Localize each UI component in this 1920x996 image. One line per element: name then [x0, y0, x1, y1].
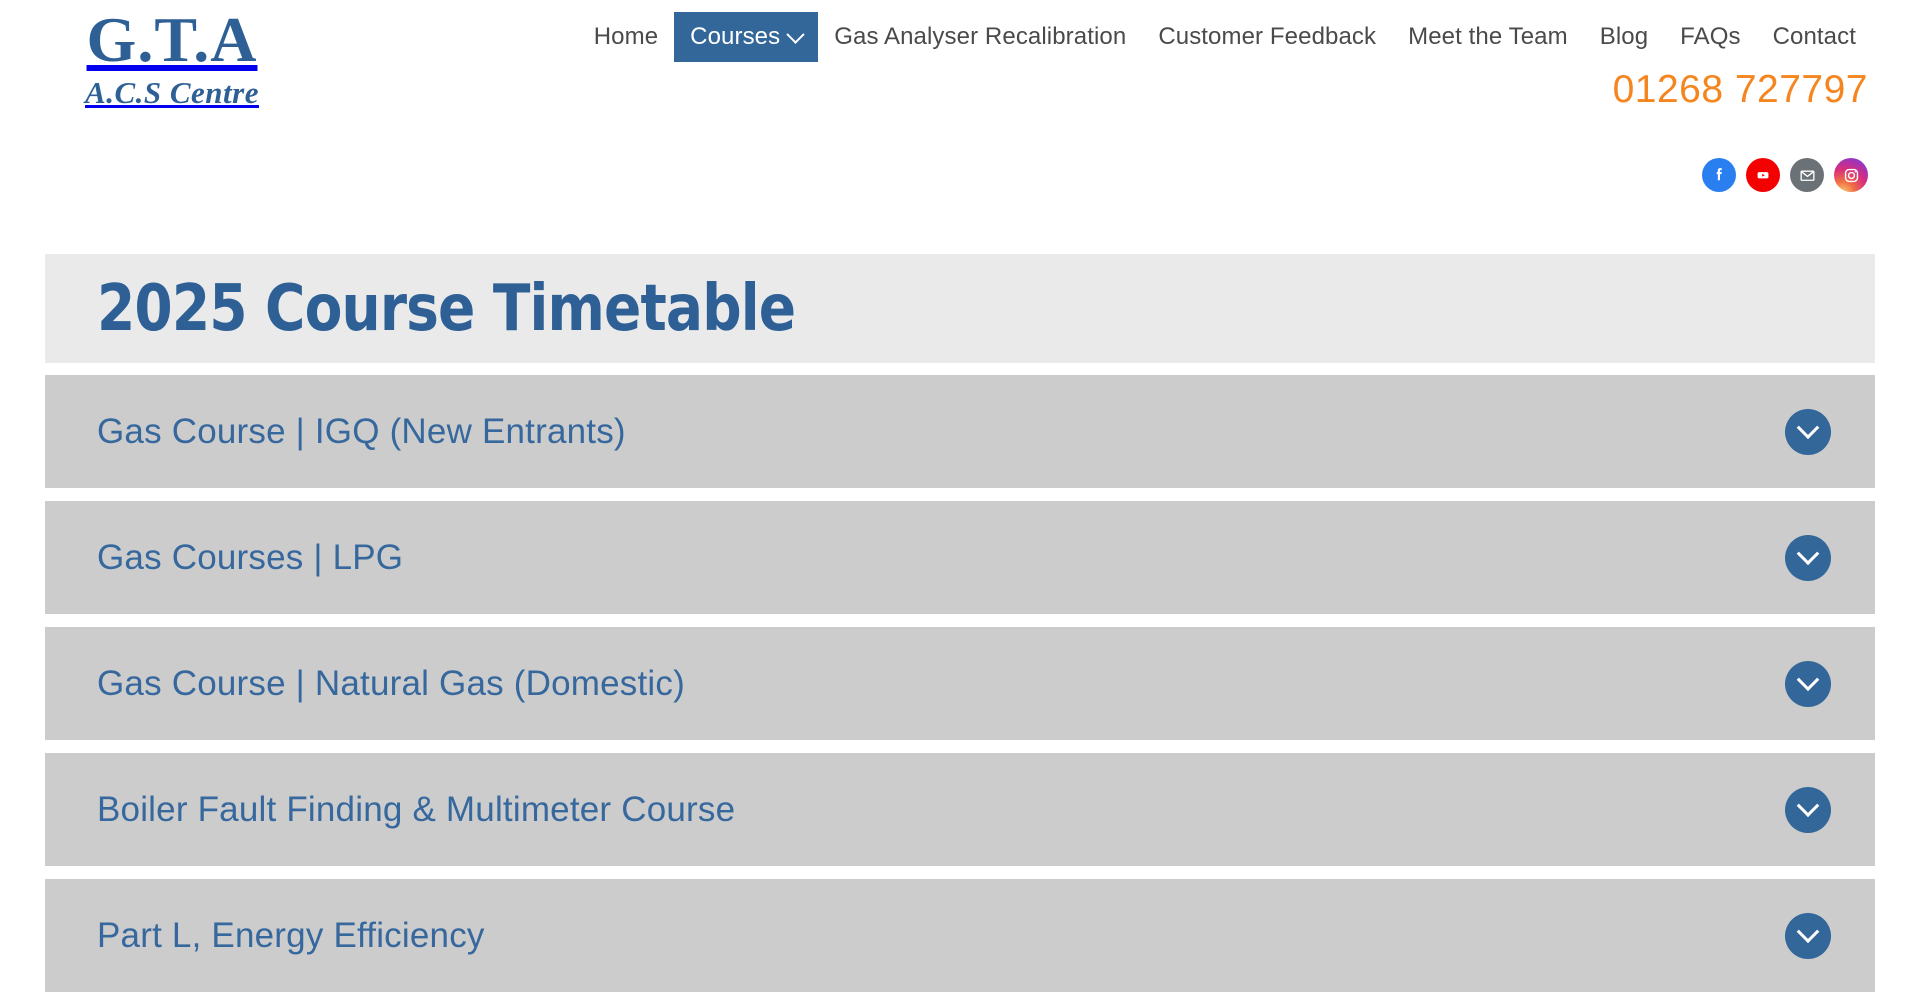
- page-title: 2025 Course Timetable: [97, 271, 796, 346]
- nav-item-customer-feedback[interactable]: Customer Feedback: [1142, 12, 1392, 62]
- instagram-icon[interactable]: [1834, 158, 1868, 192]
- nav-item-blog[interactable]: Blog: [1584, 12, 1664, 62]
- nav-item-label: Blog: [1599, 23, 1649, 50]
- accordion-item[interactable]: Gas Course | IGQ (New Entrants): [45, 375, 1875, 488]
- logo-primary-text: G.T.A: [86, 4, 258, 75]
- nav-item-faqs[interactable]: FAQs: [1664, 12, 1756, 62]
- nav-item-label: Customer Feedback: [1158, 23, 1377, 50]
- youtube-icon[interactable]: [1746, 158, 1780, 192]
- page-title-bar: 2025 Course Timetable: [45, 254, 1875, 363]
- logo-secondary-text: A.C.S Centre: [85, 75, 259, 110]
- chevron-down-icon: [1796, 541, 1820, 565]
- nav-item-label: FAQs: [1680, 23, 1741, 50]
- nav-item-label: Home: [593, 23, 659, 50]
- nav-item-courses[interactable]: Courses: [674, 12, 819, 62]
- accordion-expand-button[interactable]: [1785, 660, 1831, 707]
- nav-item-home[interactable]: Home: [578, 12, 674, 62]
- accordion-item-label: Gas Course | IGQ (New Entrants): [97, 411, 626, 451]
- accordion-item[interactable]: Gas Courses | LPG: [45, 501, 1875, 614]
- accordion-item[interactable]: Boiler Fault Finding & Multimeter Course: [45, 753, 1875, 866]
- chevron-down-icon: [1796, 415, 1820, 439]
- nav-item-gas-analyser-recalibration[interactable]: Gas Analyser Recalibration: [818, 12, 1142, 62]
- nav-item-meet-the-team[interactable]: Meet the Team: [1392, 12, 1584, 62]
- nav-item-label: Contact: [1772, 23, 1856, 50]
- content-container: 2025 Course Timetable Gas Course | IGQ (…: [45, 208, 1875, 996]
- course-accordion: Gas Course | IGQ (New Entrants) Gas Cours…: [45, 375, 1875, 996]
- chevron-down-icon: [1796, 667, 1820, 691]
- accordion-expand-button[interactable]: [1785, 534, 1831, 581]
- accordion-expand-button[interactable]: [1785, 912, 1831, 959]
- nav-item-label: Gas Analyser Recalibration: [834, 23, 1127, 50]
- nav-item-contact[interactable]: Contact: [1757, 12, 1872, 62]
- accordion-item-label: Boiler Fault Finding & Multimeter Course: [97, 789, 736, 829]
- accordion-item-label: Part L, Energy Efficiency: [97, 915, 485, 955]
- email-icon[interactable]: [1790, 158, 1824, 192]
- site-logo[interactable]: G.T.A A.C.S Centre: [22, 8, 322, 111]
- accordion-item[interactable]: Gas Course | Natural Gas (Domestic): [45, 627, 1875, 740]
- page-main: 2025 Course Timetable Gas Course | IGQ (…: [0, 208, 1920, 996]
- social-links: [1702, 158, 1868, 192]
- accordion-expand-button[interactable]: [1785, 408, 1831, 455]
- main-navigation: Home Courses Gas Analyser Recalibration Cus…: [578, 12, 1872, 62]
- chevron-down-icon: [786, 24, 805, 44]
- chevron-down-icon: [1796, 793, 1820, 817]
- phone-number-link[interactable]: 01268 727797: [1613, 68, 1868, 112]
- accordion-item[interactable]: Part L, Energy Efficiency: [45, 879, 1875, 992]
- facebook-icon[interactable]: [1702, 158, 1736, 192]
- nav-item-label: Courses: [690, 23, 781, 50]
- accordion-item-label: Gas Courses | LPG: [97, 537, 404, 577]
- accordion-item-label: Gas Course | Natural Gas (Domestic): [97, 663, 685, 703]
- chevron-down-icon: [1796, 919, 1820, 943]
- nav-item-label: Meet the Team: [1408, 23, 1568, 50]
- site-header: G.T.A A.C.S Centre Home Courses Gas Analys…: [0, 0, 1920, 208]
- accordion-expand-button[interactable]: [1785, 786, 1831, 833]
